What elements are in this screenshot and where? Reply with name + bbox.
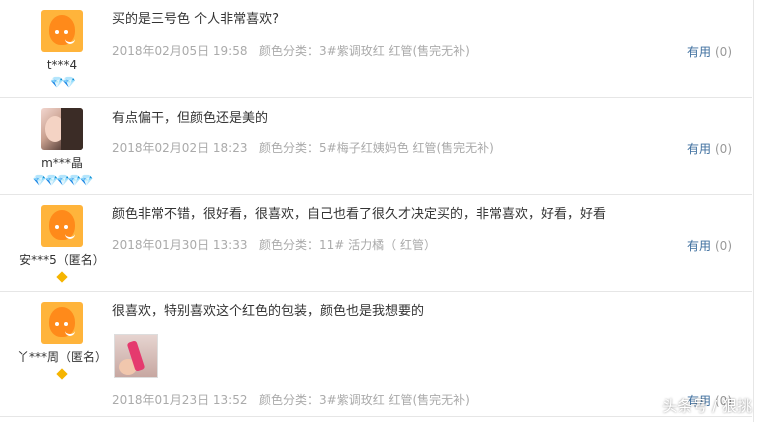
review-meta: 2018年02月05日 19:58 颜色分类：3#紫调玫红 红管(售完无补)	[112, 42, 470, 59]
reviewer-info: m***晶 💎💎💎💎💎	[0, 108, 124, 187]
reviewer-level-badge: 💎💎	[0, 75, 124, 89]
review-date: 2018年02月05日 19:58	[112, 44, 248, 58]
avatar[interactable]	[41, 205, 83, 247]
diamond-level-icon: 💎💎	[50, 76, 75, 89]
review-item: 安***5（匿名） 颜色非常不错，很好看，很喜欢，自己也看了很久才决定买的，非常…	[0, 195, 752, 292]
review-sku: 颜色分类：5#梅子红姨妈色 红管(售完无补)	[259, 141, 494, 155]
reviewer-info: t***4 💎💎	[0, 10, 124, 89]
avatar[interactable]	[41, 108, 83, 150]
review-text: 很喜欢，特别喜欢这个红色的包装，颜色也是我想要的	[112, 304, 425, 319]
reviewer-level-badge: 💎💎💎💎💎	[0, 173, 124, 187]
review-item: t***4 💎💎 买的是三号色 个人非常喜欢? 2018年02月05日 19:5…	[0, 0, 752, 98]
useful-count: (0)	[715, 239, 732, 253]
review-item: 丫***周（匿名） 很喜欢，特别喜欢这个红色的包装，颜色也是我想要的 2018年…	[0, 292, 752, 417]
list-right-border	[753, 0, 754, 422]
review-meta: 2018年02月02日 18:23 颜色分类：5#梅子红姨妈色 红管(售完无补)	[112, 139, 494, 156]
reviewer-level-badge	[0, 367, 124, 380]
useful-vote: 有用 (0)	[687, 43, 732, 60]
reviewer-nickname[interactable]: m***晶	[0, 156, 124, 170]
useful-button[interactable]: 有用	[687, 239, 711, 253]
review-date: 2018年01月30日 13:33	[112, 238, 248, 252]
diamond-level-icon	[56, 271, 68, 283]
diamond-level-icon	[56, 368, 68, 380]
review-text: 买的是三号色 个人非常喜欢?	[112, 12, 280, 27]
diamond-level-icon: 💎💎💎💎💎	[32, 174, 94, 187]
reviewer-info: 丫***周（匿名）	[0, 302, 124, 380]
review-text: 颜色非常不错，很好看，很喜欢，自己也看了很久才决定买的，非常喜欢，好看，好看	[112, 207, 607, 222]
review-meta: 2018年01月30日 13:33 颜色分类：11# 活力橘（ 红管）	[112, 236, 436, 253]
review-meta: 2018年01月23日 13:52 颜色分类：3#紫调玫红 红管(售完无补)	[112, 391, 470, 408]
reviewer-level-badge	[0, 270, 124, 283]
review-sku: 颜色分类：3#紫调玫红 红管(售完无补)	[259, 393, 470, 407]
watermark: 头条号 / 狠挑	[662, 397, 752, 415]
avatar[interactable]	[41, 302, 83, 344]
useful-button[interactable]: 有用	[687, 45, 711, 59]
review-item: m***晶 💎💎💎💎💎 有点偏干，但颜色还是美的 2018年02月02日 18:…	[0, 98, 752, 195]
useful-count: (0)	[715, 142, 732, 156]
reviewer-nickname[interactable]: 丫***周（匿名）	[0, 350, 124, 364]
review-sku: 颜色分类：11# 活力橘（ 红管）	[259, 238, 436, 252]
useful-count: (0)	[715, 45, 732, 59]
review-date: 2018年01月23日 13:52	[112, 393, 248, 407]
useful-vote: 有用 (0)	[687, 237, 732, 254]
review-sku: 颜色分类：3#紫调玫红 红管(售完无补)	[259, 44, 470, 58]
review-photo-thumbnail[interactable]	[114, 334, 158, 378]
avatar[interactable]	[41, 10, 83, 52]
review-text: 有点偏干，但颜色还是美的	[112, 111, 269, 126]
reviewer-nickname[interactable]: t***4	[0, 58, 124, 72]
reviewer-nickname[interactable]: 安***5（匿名）	[0, 253, 124, 267]
review-date: 2018年02月02日 18:23	[112, 141, 248, 155]
useful-button[interactable]: 有用	[687, 142, 711, 156]
reviewer-info: 安***5（匿名）	[0, 205, 124, 283]
useful-vote: 有用 (0)	[687, 140, 732, 157]
